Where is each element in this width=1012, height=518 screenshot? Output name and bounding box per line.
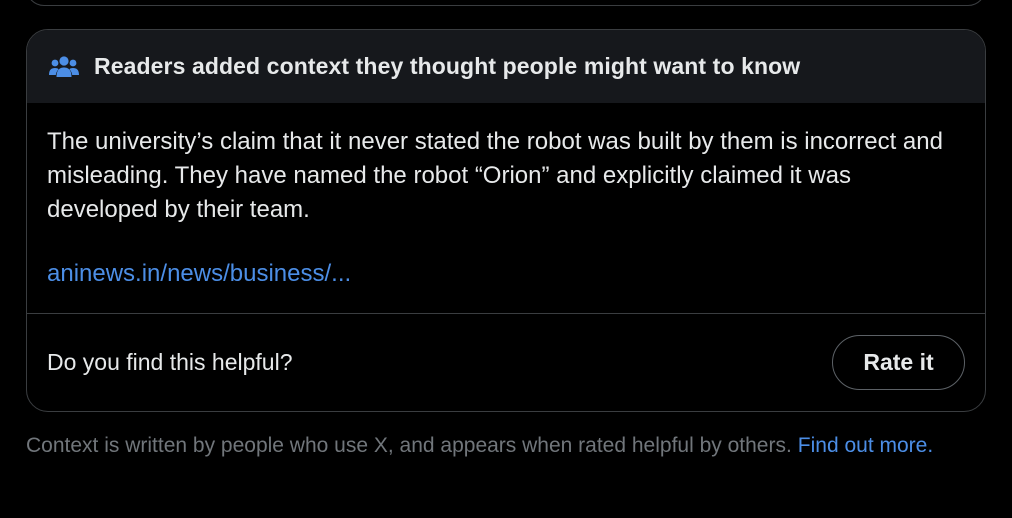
helpful-question: Do you find this helpful? [47,348,293,375]
previous-card-edge [26,0,986,6]
community-note-card: Readers added context they thought peopl… [26,29,986,412]
find-out-more-link[interactable]: Find out more. [798,434,933,457]
note-text: The university’s claim that it never sta… [47,128,943,223]
note-header: Readers added context they thought peopl… [27,30,985,103]
context-disclaimer: Context is written by people who use X, … [26,432,986,459]
rate-it-button[interactable]: Rate it [832,334,965,390]
disclaimer-text: Context is written by people who use X, … [26,434,792,457]
note-footer: Do you find this helpful? Rate it [27,314,985,410]
people-icon [49,53,79,81]
note-header-title: Readers added context they thought peopl… [94,53,801,79]
source-link[interactable]: aninews.in/news/business/... [47,260,351,288]
note-body: The university’s claim that it never sta… [27,103,985,314]
